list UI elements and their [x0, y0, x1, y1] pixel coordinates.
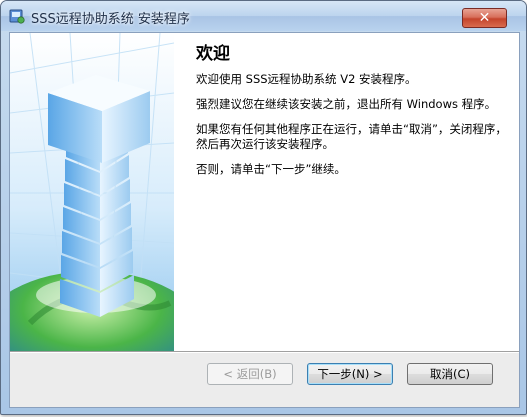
welcome-heading: 欢迎	[196, 44, 230, 64]
installer-window: SSS远程协助系统 安装程序 ✕ 欢迎 欢迎使用 SSS远程协助系统 V2 安装…	[0, 0, 527, 415]
close-icon: ✕	[478, 10, 491, 26]
server-tower-globe-image	[10, 33, 174, 351]
button-divider	[10, 351, 519, 353]
installer-icon	[9, 9, 25, 24]
welcome-panel: 欢迎 欢迎使用 SSS远程协助系统 V2 安装程序。 强烈建议您在继续该安装之前…	[10, 33, 519, 351]
welcome-content: 欢迎 欢迎使用 SSS远程协助系统 V2 安装程序。 强烈建议您在继续该安装之前…	[196, 39, 512, 187]
next-button[interactable]: 下一步(N) >	[307, 363, 393, 385]
cancel-button[interactable]: 取消(C)	[407, 363, 493, 385]
welcome-paragraph: 欢迎使用 SSS远程协助系统 V2 安装程序。	[196, 72, 417, 86]
welcome-paragraph: 如果您有任何其他程序正在运行，请单击“取消”，关闭程序，然后再次运行该安装程序。	[196, 122, 507, 151]
dialog-client-area: 欢迎 欢迎使用 SSS远程协助系统 V2 安装程序。 强烈建议您在继续该安装之前…	[9, 32, 520, 408]
welcome-paragraph: 否则，请单击“下一步”继续。	[196, 162, 346, 176]
close-button[interactable]: ✕	[462, 8, 507, 28]
window-title: SSS远程协助系统 安装程序	[31, 12, 190, 27]
welcome-paragraph: 强烈建议您在继续该安装之前，退出所有 Windows 程序。	[196, 97, 497, 111]
title-bar[interactable]: SSS远程协助系统 安装程序 ✕	[1, 1, 526, 31]
back-button[interactable]: < 返回(B)	[207, 363, 293, 385]
